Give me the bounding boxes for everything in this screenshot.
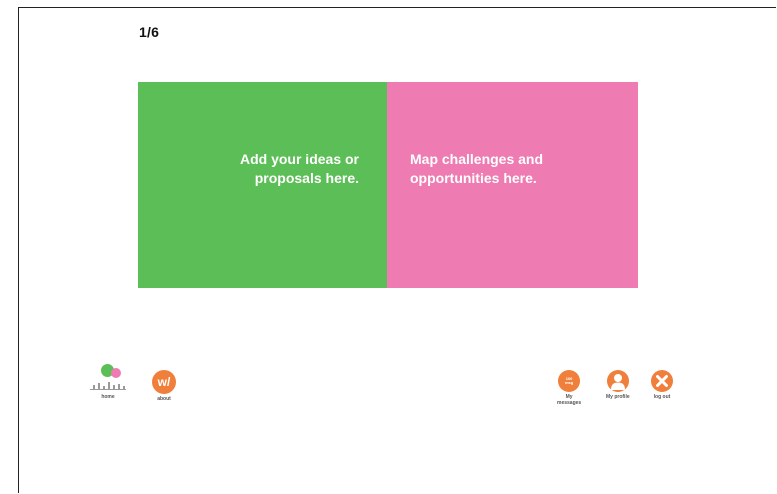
ideas-panel-text: Add your ideas or proposals here.: [239, 151, 359, 186]
panels-container: Add your ideas or proposals here. Map ch…: [138, 82, 638, 288]
about-button[interactable]: w/ about: [152, 370, 176, 402]
about-icon: w/: [152, 370, 176, 394]
home-button[interactable]: home: [90, 364, 126, 400]
messages-icon: 100 msg: [558, 370, 581, 392]
challenges-panel[interactable]: Map challenges and opportunities here.: [387, 82, 638, 288]
profile-label: My profile: [606, 394, 630, 400]
home-icon: [90, 364, 126, 392]
page-counter: 1/6: [139, 24, 160, 40]
messages-button[interactable]: 100 msg My messages: [557, 370, 581, 406]
close-icon: [651, 370, 673, 392]
messages-label: My messages: [557, 394, 582, 406]
about-label: about: [157, 396, 171, 402]
ideas-panel[interactable]: Add your ideas or proposals here.: [138, 82, 387, 288]
home-label: home: [101, 394, 115, 400]
logout-label: log out: [653, 394, 671, 400]
profile-button[interactable]: My profile: [606, 370, 630, 400]
challenges-panel-text: Map challenges and opportunities here.: [410, 151, 544, 186]
logout-button[interactable]: log out: [651, 370, 673, 400]
profile-icon: [606, 370, 629, 392]
